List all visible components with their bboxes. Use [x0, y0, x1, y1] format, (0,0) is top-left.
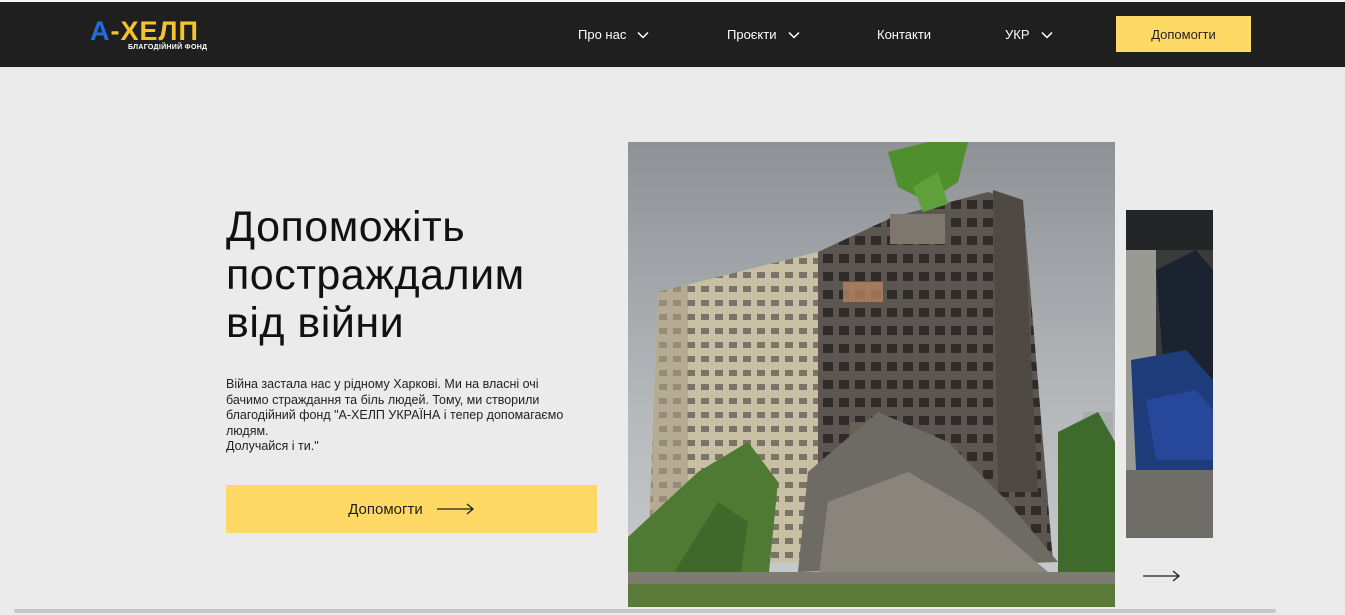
logo[interactable]: А-ХЕЛП БЛАГОДІЙНИЙ ФОНД: [90, 14, 215, 56]
logo-subtitle: БЛАГОДІЙНИЙ ФОНД: [128, 44, 208, 51]
language-selector[interactable]: УКР: [1005, 24, 1055, 46]
hero-title-line: постраждалим: [226, 251, 525, 299]
hero-description: Війна застала нас у рідному Харкові. Ми …: [226, 377, 606, 455]
hero-title: Допоможіть постраждалим від війни: [226, 203, 606, 347]
volunteer-photo[interactable]: [1126, 210, 1213, 538]
nav-projects[interactable]: Проєкти: [727, 24, 802, 46]
nav-about[interactable]: Про нас: [578, 24, 651, 46]
chevron-down-icon: [1039, 27, 1055, 43]
hero-donate-label: Допомогти: [348, 500, 423, 518]
nav-about-label: Про нас: [578, 27, 627, 42]
logo-text: А-ХЕЛП: [90, 14, 199, 48]
nav-contacts[interactable]: Контакти: [877, 24, 931, 46]
nav-contacts-label: Контакти: [877, 27, 932, 42]
site-header: А-ХЕЛП БЛАГОДІЙНИЙ ФОНД Про нас Проєкти …: [0, 2, 1345, 67]
hero-donate-button[interactable]: Допомогти: [226, 485, 597, 533]
horizontal-scrollbar[interactable]: [14, 609, 1276, 613]
slider-next-button[interactable]: [1140, 566, 1182, 586]
logo-mark: А: [90, 16, 111, 46]
description-line: бачимо страждання та біль людей. Тому, м…: [226, 392, 540, 407]
chevron-down-icon: [786, 27, 802, 43]
description-line: благодійний фонд "А-ХЕЛП УКРАЇНА і тепер…: [226, 408, 564, 422]
hero-title-line: від війни: [226, 299, 405, 347]
description-line: Війна застала нас у рідному Харкові. Ми …: [226, 377, 539, 391]
nav-projects-label: Проєкти: [727, 27, 777, 42]
description-line: Долучайся і ти.": [226, 439, 319, 453]
hero-title-line: Допоможіть: [226, 203, 466, 251]
arrow-right-icon: [436, 503, 474, 515]
logo-name: -ХЕЛП: [110, 16, 199, 46]
description-line: людям.: [226, 423, 269, 438]
arrow-right-icon: [1143, 570, 1181, 582]
damaged-building-photo: [628, 142, 1115, 607]
language-label: УКР: [1005, 27, 1030, 42]
header-donate-button[interactable]: Допомогти: [1116, 16, 1251, 52]
chevron-down-icon: [635, 27, 651, 43]
